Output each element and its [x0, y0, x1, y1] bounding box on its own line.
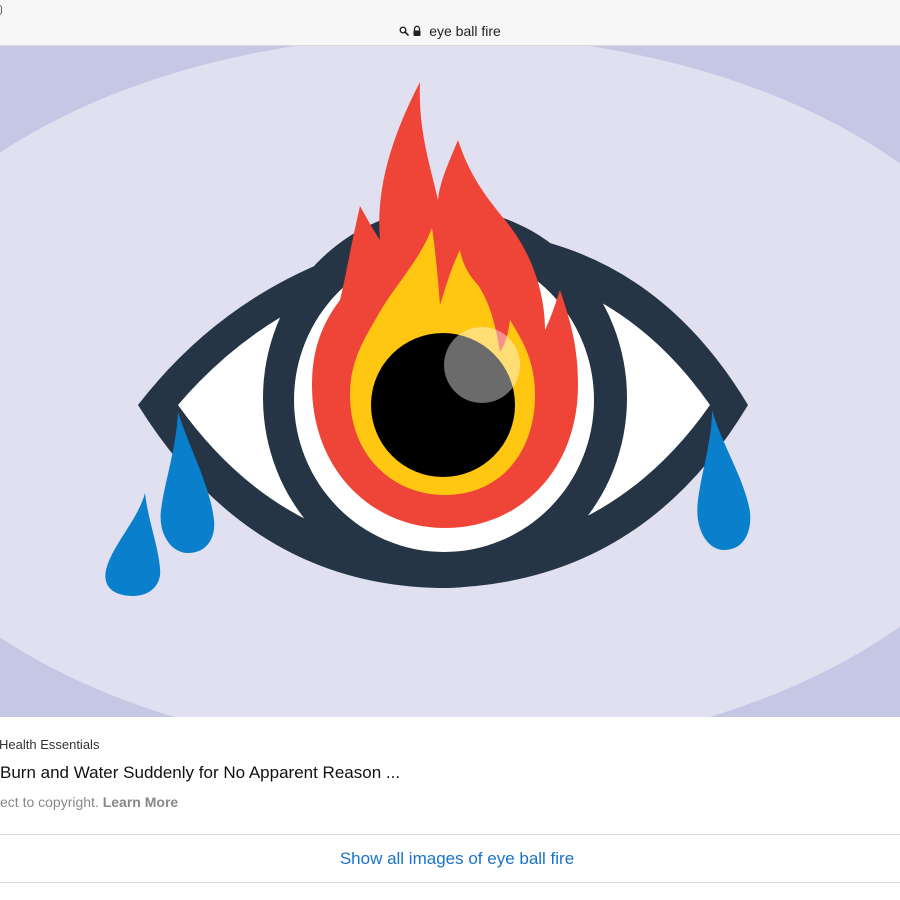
result-image[interactable] — [0, 46, 900, 717]
learn-more-link[interactable]: Learn More — [103, 794, 178, 810]
address-query-text: eye ball fire — [429, 23, 501, 39]
source-name[interactable]: Health Essentials — [0, 737, 99, 752]
lock-icon — [413, 25, 421, 36]
page-bottom — [0, 883, 900, 900]
result-title[interactable]: Burn and Water Suddenly for No Apparent … — [0, 763, 400, 783]
search-icon — [399, 26, 410, 36]
copyright-notice: ect to copyright. Learn More — [0, 794, 178, 810]
show-all-row: Show all images of eye ball fire — [0, 835, 900, 883]
copyright-text: ect to copyright. — [0, 794, 99, 810]
eye-fire-illustration — [0, 46, 900, 717]
image-viewer-page: eye ball fire Health Essentials Burn and… — [0, 0, 900, 900]
result-caption: Health Essentials Burn and Water Suddenl… — [0, 717, 900, 835]
address-bar[interactable]: eye ball fire — [0, 0, 900, 46]
tab-edge-icon — [0, 5, 2, 15]
address-field[interactable]: eye ball fire — [0, 22, 900, 40]
show-all-images-link[interactable]: Show all images of eye ball fire — [340, 849, 574, 869]
pupil-highlight — [444, 327, 520, 403]
